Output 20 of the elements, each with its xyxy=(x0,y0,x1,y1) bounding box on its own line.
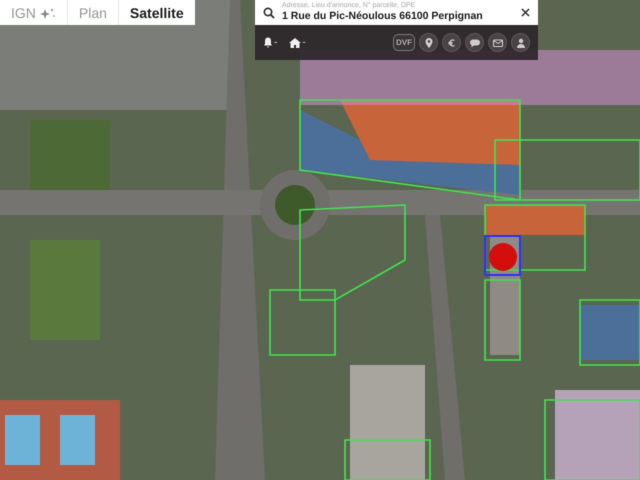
house-icon[interactable] xyxy=(289,38,302,48)
sparkle-icon xyxy=(40,6,56,18)
person-icon xyxy=(514,36,526,48)
satellite-map-drawing[interactable] xyxy=(0,0,640,480)
dvf-button[interactable]: DVF xyxy=(393,34,415,51)
close-icon[interactable] xyxy=(521,8,530,17)
euro-button[interactable] xyxy=(442,33,461,52)
pin-icon xyxy=(422,36,434,48)
homes-count: - xyxy=(302,37,306,48)
mail-button[interactable] xyxy=(488,33,507,52)
pin-button[interactable] xyxy=(419,33,438,52)
search-value: 1 Rue du Pic-Néoulous 66100 Perpignan xyxy=(282,10,483,23)
mail-icon xyxy=(492,36,504,48)
chat-bubble-button[interactable] xyxy=(465,33,484,52)
chat-bubble-icon xyxy=(468,36,480,48)
search-icon xyxy=(263,6,275,18)
bell-icon[interactable] xyxy=(263,37,273,48)
euro-icon xyxy=(446,36,458,48)
person-button[interactable] xyxy=(511,33,530,52)
alerts-count: - xyxy=(274,37,278,48)
